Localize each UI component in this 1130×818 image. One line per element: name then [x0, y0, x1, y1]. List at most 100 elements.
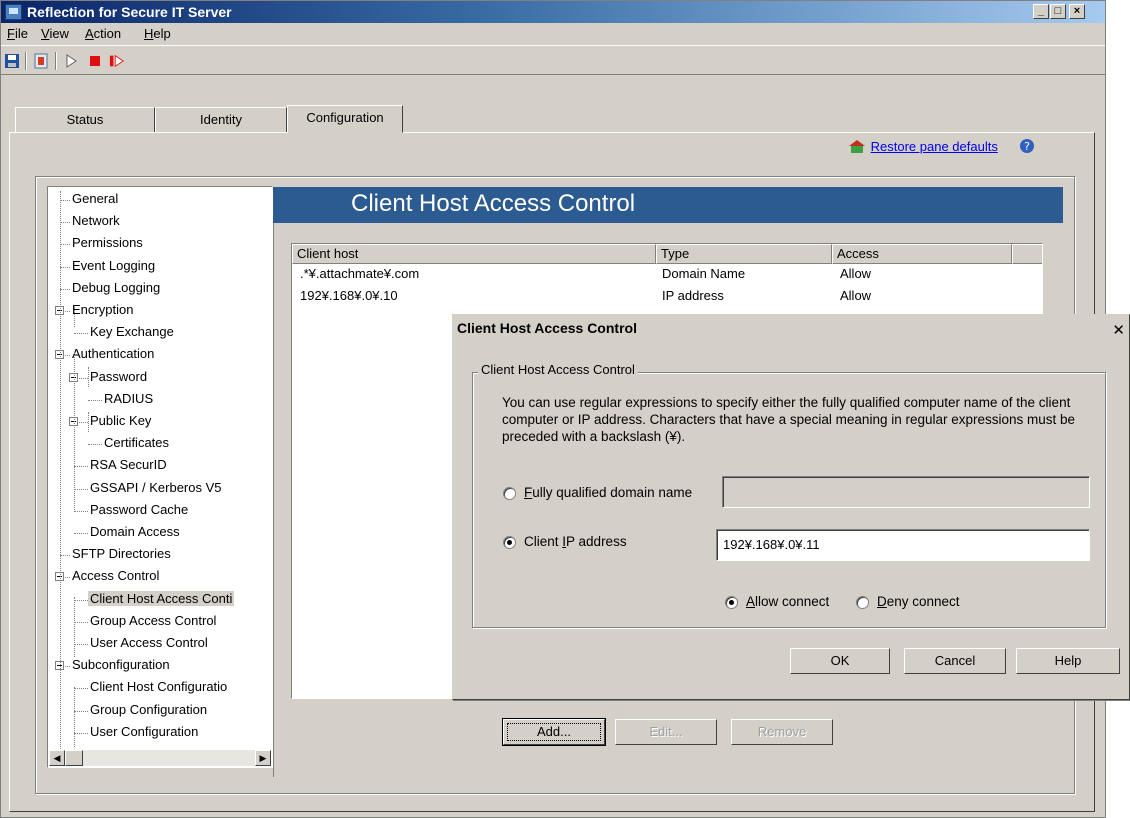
tree-item[interactable]: Client Host Configuratio [90, 679, 227, 694]
tree-item[interactable]: Event Logging [72, 258, 155, 273]
tree-item[interactable]: GSSAPI / Kerberos V5 [90, 480, 222, 495]
scroll-left-button[interactable]: ◀ [49, 750, 65, 766]
help-button[interactable]: Help [1016, 648, 1120, 674]
close-button[interactable]: × [1069, 4, 1085, 19]
tree-connector [74, 533, 88, 534]
help-icon[interactable]: ? [1019, 138, 1035, 154]
tree-connector [60, 200, 70, 201]
cancel-button-label: Cancel [934, 653, 976, 668]
add-button[interactable]: Add... [502, 718, 606, 746]
tree-item[interactable]: Password [90, 369, 147, 384]
tree-item[interactable]: Permissions [72, 235, 143, 250]
tree-connector [74, 710, 88, 712]
tree-connector [74, 333, 88, 335]
config-tree: General Network Permissions Event Logging De… [47, 186, 273, 768]
pane-title: Client Host Access Control [351, 190, 636, 217]
cell-type: Domain Name [662, 266, 746, 281]
column-header-type[interactable]: Type [656, 244, 832, 264]
edit-button-label: Edit... [649, 724, 683, 739]
remove-button[interactable]: Remove [731, 719, 833, 745]
restore-defaults-link[interactable]: Restore pane defaults [871, 139, 998, 154]
client-ip-field[interactable]: 192¥.168¥.0¥.11 [716, 529, 1090, 561]
restart-icon[interactable] [109, 53, 125, 69]
tree-item[interactable]: Encryption [72, 302, 133, 317]
tree-item[interactable]: Public Key [90, 413, 151, 428]
maximize-button[interactable]: □ [1050, 4, 1066, 19]
scroll-right-button[interactable]: ▶ [255, 750, 271, 766]
tree-item[interactable]: General [72, 191, 118, 206]
tree-item[interactable]: Group Access Control [90, 613, 216, 628]
tree-item[interactable]: Subconfiguration [72, 657, 170, 672]
tree-item[interactable]: User Configuration [90, 724, 198, 739]
tree-item[interactable]: RSA SecurID [90, 457, 167, 472]
tree-item[interactable]: Group Configuration [90, 702, 207, 717]
fqdn-label-rest: ully qualified domain name [532, 485, 693, 500]
tree-item[interactable]: Access Control [72, 568, 159, 583]
tree-connector [60, 222, 70, 224]
stop-icon[interactable] [87, 53, 103, 69]
save-icon[interactable] [4, 53, 20, 69]
restore-defaults[interactable]: Restore pane defaults ? [847, 138, 1035, 154]
allow-connect-radio[interactable] [725, 596, 738, 609]
tree-item[interactable]: Password Cache [90, 502, 188, 517]
allow-connect-label: Allow connect [746, 594, 830, 609]
tree-item[interactable]: Key Exchange [90, 324, 174, 339]
menu-view[interactable]: View [41, 26, 69, 41]
ok-button[interactable]: OK [790, 648, 890, 674]
tree-item[interactable]: Debug Logging [72, 280, 160, 295]
dialog-title: Client Host Access Control [457, 320, 637, 336]
tree-connector [74, 644, 88, 645]
menu-help[interactable]: Help [144, 26, 171, 41]
tree-connector [74, 687, 75, 747]
tree-item[interactable]: Authentication [72, 346, 154, 361]
minimize-button[interactable]: _ [1033, 4, 1049, 19]
tree-connector [74, 599, 88, 601]
edit-button[interactable]: Edit... [615, 719, 717, 745]
toolbar-separator [25, 52, 27, 70]
ok-button-label: OK [830, 653, 850, 668]
tree-connector [74, 510, 88, 512]
tree-item[interactable]: SFTP Directories [72, 546, 171, 561]
tree-connector [88, 444, 102, 446]
tree-connector [74, 732, 88, 734]
title-bar: Reflection for Secure IT Server _ □ × [1, 1, 1105, 23]
dialog-close-icon[interactable]: ✕ [1112, 318, 1125, 344]
cell-type: IP address [662, 288, 724, 303]
start-icon[interactable] [63, 53, 79, 69]
tab-configuration[interactable]: Configuration [287, 105, 403, 133]
client-ip-radio[interactable] [503, 536, 516, 549]
tree-item[interactable]: User Access Control [90, 635, 208, 650]
tab-status[interactable]: Status [15, 107, 155, 133]
cancel-button[interactable]: Cancel [904, 648, 1006, 674]
dialog-group-label: Client Host Access Control [478, 362, 638, 377]
fqdn-radio[interactable] [503, 487, 516, 500]
column-header-access[interactable]: Access [832, 244, 1012, 264]
tree-item[interactable]: Network [72, 213, 120, 228]
tree-item[interactable]: RADIUS [104, 391, 153, 406]
menu-file[interactable]: File [7, 26, 28, 41]
scroll-thumb[interactable] [65, 750, 83, 766]
tree-connector [74, 352, 75, 512]
tree-item[interactable]: Domain Access [90, 524, 180, 539]
settings-icon[interactable] [33, 53, 49, 69]
svg-text:?: ? [1025, 140, 1031, 153]
tree-connector [74, 688, 88, 690]
fqdn-label: Fully qualified domain name [524, 485, 693, 500]
tree-item[interactable]: Certificates [104, 435, 169, 450]
tab-identity-label: Identity [200, 112, 242, 127]
tab-identity[interactable]: Identity [155, 107, 287, 133]
window-title: Reflection for Secure IT Server [27, 4, 232, 20]
deny-connect-radio[interactable] [856, 596, 869, 609]
tree-connector [74, 307, 75, 327]
cell-client-host: 192¥.168¥.0¥.10 [300, 288, 398, 303]
tree-item[interactable]: Client Host Access Conti [88, 590, 235, 606]
cell-access: Allow [840, 288, 872, 303]
column-header-filler [1012, 244, 1042, 264]
menu-action[interactable]: Action [85, 26, 121, 41]
tree-connector [88, 399, 102, 401]
tree-hscrollbar[interactable]: ◀ ▶ [49, 750, 271, 766]
tree-connector [60, 244, 70, 246]
fqdn-field[interactable] [722, 476, 1090, 508]
column-header-client-host[interactable]: Client host [292, 244, 656, 264]
pane-banner: Client Host Access Control [273, 187, 1063, 223]
